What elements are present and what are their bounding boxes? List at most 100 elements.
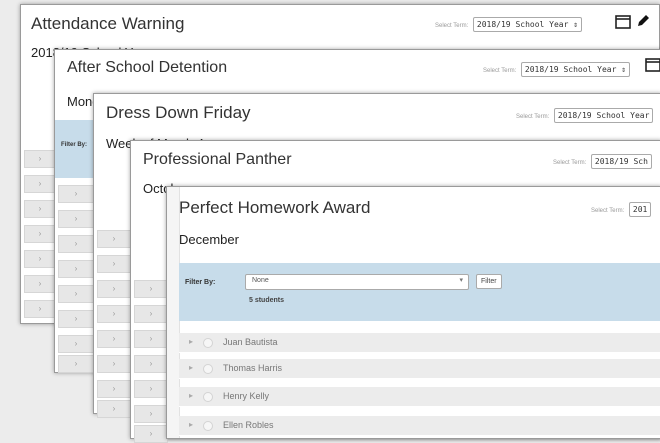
calendar-icon[interactable] <box>615 15 631 29</box>
term-selector: Select Term: 201 <box>591 202 652 217</box>
expand-row-button[interactable]: › <box>24 175 56 193</box>
expand-row-button[interactable]: › <box>97 230 131 248</box>
expand-row-button[interactable]: › <box>24 275 56 293</box>
filter-select[interactable]: None ▾ <box>245 274 469 290</box>
expand-row-button[interactable]: › <box>58 335 94 353</box>
expand-row-button[interactable]: › <box>97 280 131 298</box>
caret-right-icon: › <box>38 229 42 238</box>
caret-right-icon: › <box>149 409 153 418</box>
term-selector: Select Term: 2018/19 Sch <box>553 154 652 169</box>
chevron-down-icon: ▾ <box>459 277 463 284</box>
caret-right-icon: › <box>38 279 42 288</box>
caret-right-icon: › <box>74 314 78 323</box>
student-name: Ellen Robles <box>223 420 274 430</box>
student-row[interactable]: ▸ Juan Bautista <box>179 333 660 353</box>
expand-row-button[interactable]: › <box>58 185 94 203</box>
term-label: Select Term: <box>591 208 625 214</box>
caret-right-icon: › <box>112 309 116 318</box>
caret-right-icon: › <box>149 384 153 393</box>
select-circle[interactable] <box>203 421 213 431</box>
expand-row-button[interactable]: › <box>24 225 56 243</box>
card-subtitle: December <box>179 232 239 247</box>
caret-right-icon[interactable]: ▸ <box>189 363 193 372</box>
expand-row-button[interactable]: › <box>58 235 94 253</box>
filter-button[interactable]: Filter <box>476 274 502 289</box>
caret-right-icon: › <box>74 339 78 348</box>
filter-label: Filter By: <box>61 142 88 148</box>
term-select[interactable]: 2018/19 School Year ⇕ <box>520 62 631 77</box>
expand-row-button[interactable]: › <box>134 305 168 323</box>
caret-right-icon: › <box>38 179 42 188</box>
expand-row-button[interactable]: › <box>24 150 56 168</box>
expand-row-button[interactable]: › <box>58 260 94 278</box>
expand-row-button[interactable]: › <box>58 210 94 228</box>
filter-select-value: None <box>252 277 269 284</box>
caret-right-icon: › <box>149 284 153 293</box>
caret-right-icon: › <box>149 334 153 343</box>
card-title: Perfect Homework Award <box>179 198 371 217</box>
expand-row-button[interactable]: › <box>97 355 131 373</box>
card-title: Attendance Warning <box>31 14 185 33</box>
student-name: Thomas Harris <box>223 363 283 373</box>
card-perfect-homework-award: Perfect Homework Award Select Term: 201 … <box>166 186 660 439</box>
card-title: Dress Down Friday <box>106 103 251 122</box>
student-row[interactable]: ▸ Henry Kelly <box>179 387 660 407</box>
expand-row-button[interactable]: › <box>58 355 94 373</box>
caret-right-icon: › <box>38 204 42 213</box>
caret-right-icon: › <box>74 359 78 368</box>
caret-right-icon: › <box>74 289 78 298</box>
expand-row-button[interactable]: › <box>134 380 168 398</box>
caret-right-icon: › <box>74 189 78 198</box>
caret-right-icon: › <box>112 404 116 413</box>
filter-panel: Filter By: None ▾ Filter 5 students <box>179 263 660 321</box>
caret-right-icon[interactable]: ▸ <box>189 420 193 429</box>
expand-row-button[interactable]: › <box>97 330 131 348</box>
student-name: Henry Kelly <box>223 391 270 401</box>
term-label: Select Term: <box>435 23 469 29</box>
term-select[interactable]: 201 <box>628 202 652 217</box>
expand-row-button[interactable]: › <box>24 300 56 318</box>
expand-row-button[interactable]: › <box>97 255 131 273</box>
expand-row-button[interactable]: › <box>134 330 168 348</box>
expand-row-button[interactable]: › <box>97 380 131 398</box>
term-label: Select Term: <box>516 114 550 120</box>
caret-right-icon: › <box>112 334 116 343</box>
expand-row-button[interactable]: › <box>134 425 168 443</box>
student-row[interactable]: ▸ Ellen Robles <box>179 416 660 436</box>
expand-row-button[interactable]: › <box>134 280 168 298</box>
caret-right-icon[interactable]: ▸ <box>189 337 193 346</box>
caret-right-icon: › <box>149 359 153 368</box>
expand-row-button[interactable]: › <box>134 355 168 373</box>
term-selector: Select Term: 2018/19 School Year ⇕ <box>435 17 583 32</box>
caret-right-icon[interactable]: ▸ <box>189 391 193 400</box>
pencil-icon[interactable] <box>635 13 651 29</box>
term-select[interactable]: 2018/19 School Year <box>553 108 654 123</box>
caret-right-icon: › <box>112 234 116 243</box>
student-row[interactable]: ▸ Thomas Harris <box>179 359 660 379</box>
caret-right-icon: › <box>74 239 78 248</box>
term-select[interactable]: 2018/19 School Year ⇕ <box>472 17 583 32</box>
select-circle[interactable] <box>203 392 213 402</box>
select-circle[interactable] <box>203 364 213 374</box>
term-select[interactable]: 2018/19 Sch <box>590 154 652 169</box>
student-count: 5 students <box>249 297 285 304</box>
expand-row-button[interactable]: › <box>24 250 56 268</box>
expand-row-button[interactable]: › <box>97 400 131 418</box>
caret-right-icon: › <box>112 384 116 393</box>
calendar-icon[interactable] <box>645 58 660 72</box>
term-label: Select Term: <box>483 68 517 74</box>
caret-right-icon: › <box>38 154 42 163</box>
caret-right-icon: › <box>74 264 78 273</box>
expand-row-button[interactable]: › <box>24 200 56 218</box>
card-title: Professional Panther <box>143 151 292 168</box>
term-selector: Select Term: 2018/19 School Year <box>516 108 654 123</box>
caret-right-icon: › <box>38 304 42 313</box>
term-label: Select Term: <box>553 160 587 166</box>
expand-row-button[interactable]: › <box>97 305 131 323</box>
expand-row-button[interactable]: › <box>58 310 94 328</box>
select-circle[interactable] <box>203 338 213 348</box>
term-selector: Select Term: 2018/19 School Year ⇕ <box>483 62 631 77</box>
expand-row-button[interactable]: › <box>58 285 94 303</box>
expand-row-button[interactable]: › <box>134 405 168 423</box>
caret-right-icon: › <box>112 259 116 268</box>
